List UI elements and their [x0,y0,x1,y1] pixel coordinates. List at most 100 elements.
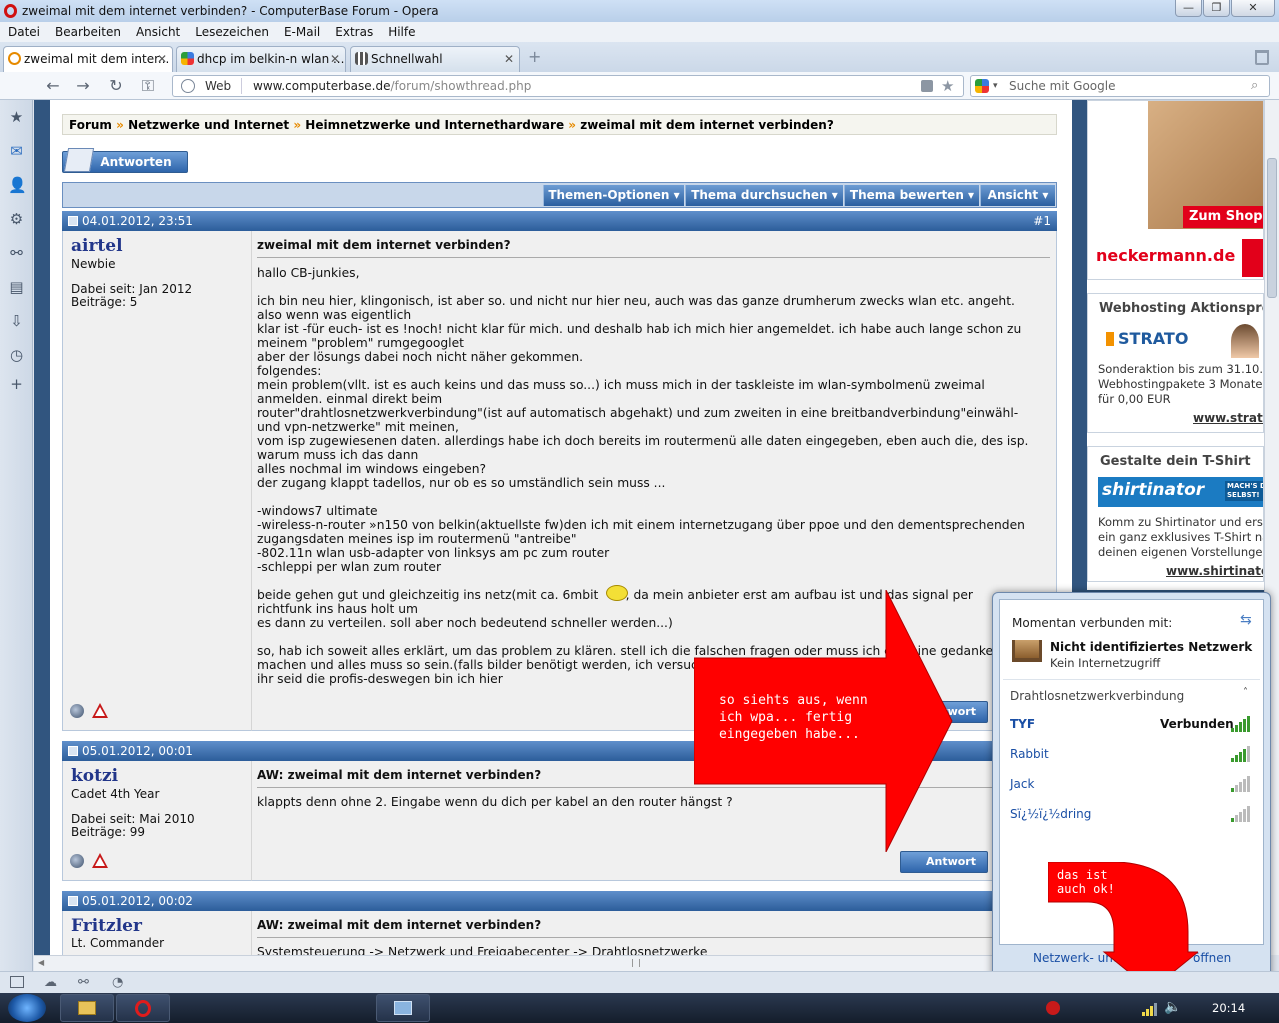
network-center-link-end[interactable]: öffnen [1193,951,1231,965]
post-header: 04.01.2012, 23:51 #1 [62,211,1057,231]
start-button-icon[interactable] [8,994,46,1022]
history-icon[interactable]: ◷ [8,347,25,364]
ad-link[interactable]: www.shirtinator. [1166,564,1263,578]
menu-datei[interactable]: Datei [0,22,47,42]
refresh-icon[interactable]: ⇆ [1240,612,1252,628]
menu-bearbeiten[interactable]: Bearbeiten [47,22,128,42]
taskbar: 🔈 20:14 [0,993,1279,1023]
reply-label: Antworten [100,155,172,169]
ad-neckermann[interactable]: Zum Shop neckermann.de [1087,100,1264,280]
username-link[interactable]: Fritzler [71,916,142,936]
tray-security-icon[interactable] [1046,1001,1060,1015]
shirtinator-badge: MACH'S DI SELBST! [1225,481,1263,501]
breadcrumb-forum[interactable]: Forum [69,118,112,132]
tab-schnellwahl[interactable]: Schnellwahl ✕ [350,46,520,72]
report-post-icon[interactable] [92,703,108,718]
post-divider [257,937,1050,938]
scroll-thumb[interactable] [1267,158,1277,298]
close-tab-icon[interactable]: ✕ [330,47,340,71]
url-path: /forum/showthread.php [390,79,532,93]
menu-extras[interactable]: Extras [327,22,380,42]
add-panel-icon[interactable]: + [8,376,25,393]
thread-options-menu[interactable]: Themen-Optionen ▾ [543,185,684,206]
username-link[interactable]: kotzi [71,766,118,786]
wand-icon[interactable]: ⚿ [137,76,159,96]
thread-view-menu[interactable]: Ansicht ▾ [980,185,1055,206]
tab-bar: zweimal mit dem inter... ✕ dhcp im belki… [0,42,1279,72]
feed-icon[interactable] [921,80,933,92]
close-tab-icon[interactable]: ✕ [504,47,514,71]
speedometer-icon[interactable]: ◔ [112,975,123,990]
network-header: Momentan verbunden mit: [1012,616,1173,630]
network-name: Jack [1010,777,1035,791]
taskbar-opera[interactable] [116,994,170,1022]
contacts-icon[interactable]: 👤 [8,177,27,194]
panel-toggle-icon[interactable] [10,976,24,988]
reply-post-button[interactable]: Antwort [900,851,988,873]
bookmark-star-icon[interactable]: ★ [941,76,954,96]
tab-label: Schnellwahl [371,52,443,66]
status-bar: ☁ ⚯ ◔ [0,971,1279,993]
unite-status-icon[interactable]: ⚯ [78,975,89,990]
annotation-text: das ist auch ok! [1057,868,1115,896]
trash-icon[interactable] [1255,50,1269,65]
chevron-down-icon[interactable]: ▾ [993,76,998,96]
network-row-suedring[interactable]: Sï¿½ï¿½dring [1000,802,1263,826]
close-button[interactable]: ✕ [1231,0,1275,17]
tab-dhcp-belkin[interactable]: dhcp im belkin-n wlan ... ✕ [176,46,346,72]
unite-icon[interactable]: ⚯ [8,245,25,262]
forward-icon[interactable]: → [72,76,94,96]
mail-icon[interactable]: ✉ [8,143,25,160]
neckermann-logo: neckermann.de [1096,246,1236,265]
back-icon[interactable]: ← [42,76,64,96]
report-post-icon[interactable] [92,853,108,868]
collapse-chevron-icon[interactable]: ˄ [1243,687,1248,698]
downloads-icon[interactable]: ⇩ [8,313,25,330]
network-row-tyf[interactable]: TYF Verbunden [1000,712,1263,736]
breadcrumb-separator: » [293,118,302,132]
minimize-button[interactable]: — [1175,0,1202,17]
taskbar-explorer[interactable] [60,994,114,1022]
taskbar-remote[interactable] [376,994,430,1022]
new-tab-icon[interactable]: + [528,49,544,65]
notes-icon[interactable]: ▤ [8,279,25,296]
menu-email[interactable]: E-Mail [276,22,327,42]
scroll-grip-icon[interactable] [632,959,640,967]
menu-ansicht[interactable]: Ansicht [128,22,187,42]
close-tab-icon[interactable]: ✕ [157,47,167,71]
window-title: zweimal mit dem internet verbinden? - Co… [22,4,439,18]
post-number[interactable]: #1 [1033,211,1051,231]
reload-icon[interactable]: ↻ [105,76,127,96]
tab-computerbase[interactable]: zweimal mit dem inter... ✕ [3,46,173,72]
reply-thread-button[interactable]: Antworten [62,148,188,173]
search-field[interactable]: ▾ Suche mit Google ⌕ [970,75,1270,97]
widgets-icon[interactable]: ⚙ [8,211,25,228]
maximize-button[interactable]: ❐ [1203,0,1230,17]
post-title: AW: zweimal mit dem internet verbinden? [257,768,542,782]
breadcrumb-heimnetzwerke[interactable]: Heimnetzwerke und Internethardware [305,118,564,132]
post-date: 04.01.2012, 23:51 [82,214,193,228]
thread-rate-menu[interactable]: Thema bewerten ▾ [844,185,979,206]
thread-search-menu[interactable]: Thema durchsuchen ▾ [685,185,843,206]
ad-shirtinator[interactable]: Gestalte dein T-Shirt shirtinator MACH'S… [1087,446,1264,582]
network-row-rabbit[interactable]: Rabbit [1000,742,1263,766]
breadcrumb-netzwerke[interactable]: Netzwerke und Internet [128,118,289,132]
taskbar-clock[interactable]: 20:14 [1212,1001,1245,1015]
network-row-jack[interactable]: Jack [1000,772,1263,796]
post-divider [257,257,1050,258]
ad-strato[interactable]: Webhosting Aktionspreis! STRATO Sonderak… [1087,293,1264,433]
tray-volume-icon[interactable]: 🔈 [1164,999,1181,1015]
menu-hilfe[interactable]: Hilfe [380,22,422,42]
tray-wifi-icon[interactable] [1142,1002,1158,1016]
search-icon[interactable]: ⌕ [1251,76,1258,96]
shop-button[interactable]: Zum Shop [1183,206,1263,228]
username-link[interactable]: airtel [71,236,123,256]
menu-lesezeichen[interactable]: Lesezeichen [187,22,276,42]
address-field[interactable]: Web www.computerbase.de/forum/showthread… [172,75,964,97]
tab-label: zweimal mit dem inter... [24,52,170,66]
cloud-icon[interactable]: ☁ [44,975,57,990]
person-image [1231,324,1259,358]
ad-link[interactable]: www.strato. [1193,411,1263,425]
scroll-left-icon[interactable]: ◀ [38,958,44,967]
bookmarks-icon[interactable]: ★ [8,109,25,126]
